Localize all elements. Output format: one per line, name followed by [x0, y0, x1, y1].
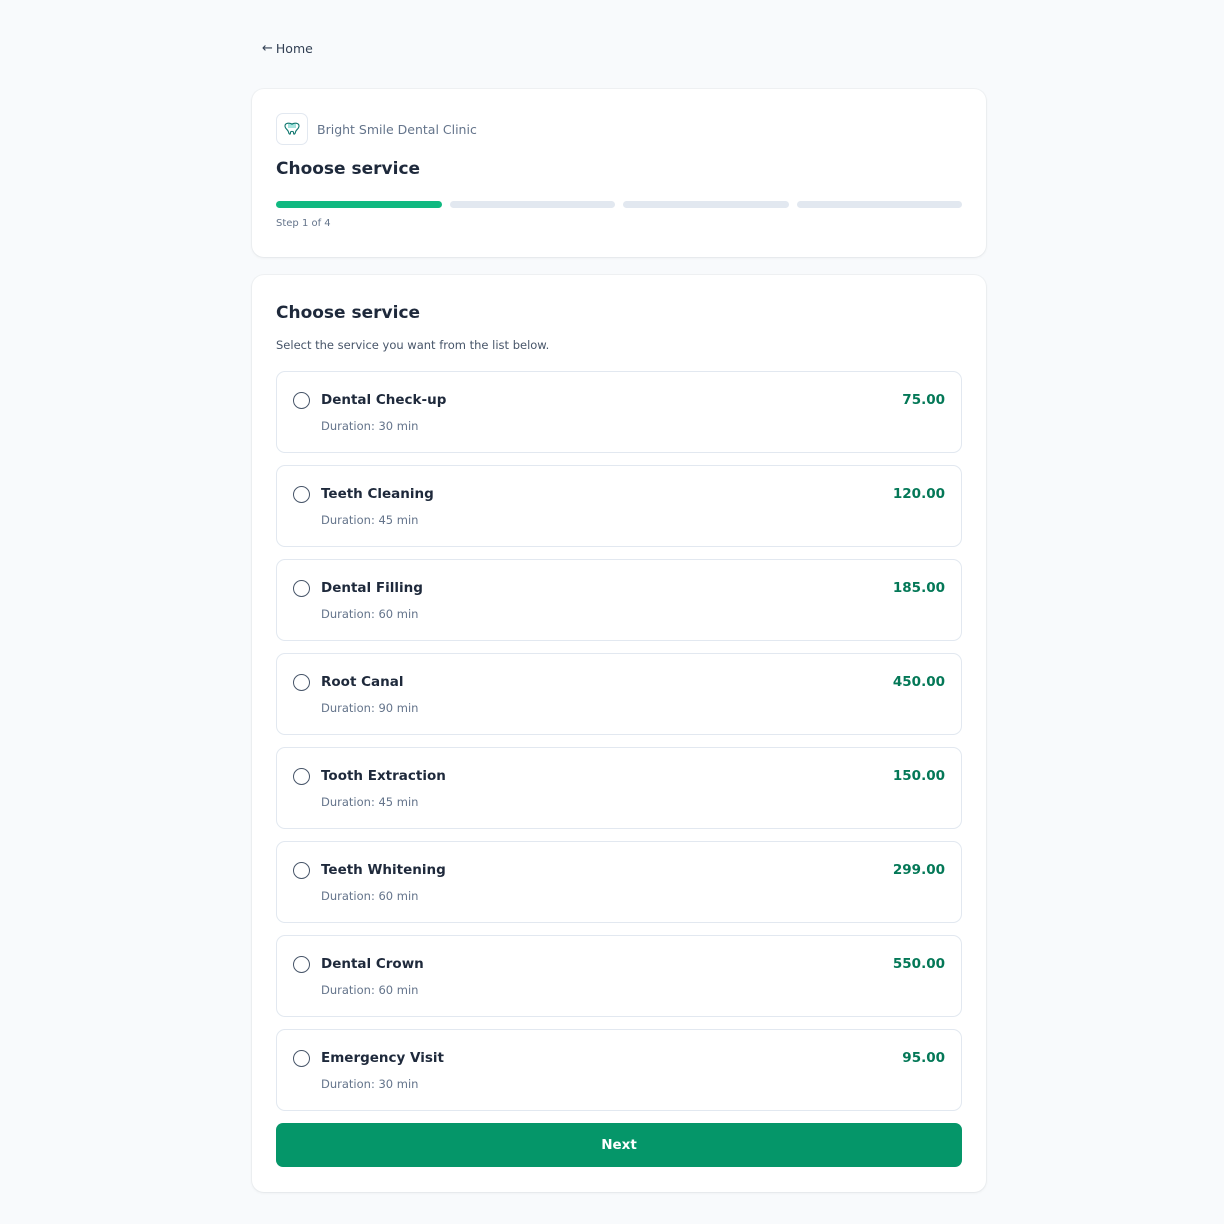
service-duration: Duration: 45 min: [321, 795, 419, 809]
home-link-label: Home: [275, 41, 313, 56]
service-price: 95.00: [902, 1050, 945, 1066]
service-option[interactable]: Emergency Visit Duration: 30 min 95.00: [276, 1029, 962, 1111]
service-option[interactable]: Dental Crown Duration: 60 min 550.00: [276, 935, 962, 1017]
radio-button[interactable]: [293, 862, 310, 879]
step-indicator: Step 1 of 4: [276, 218, 331, 229]
tooth-logo-icon: [276, 113, 308, 145]
radio-button[interactable]: [293, 392, 310, 409]
service-name: Root Canal: [321, 674, 404, 690]
section-subtitle: Select the service you want from the lis…: [276, 338, 550, 352]
radio-button[interactable]: [293, 486, 310, 503]
progress-segment-1: [276, 201, 442, 208]
service-name: Dental Crown: [321, 956, 424, 972]
service-option[interactable]: Teeth Cleaning Duration: 45 min 120.00: [276, 465, 962, 547]
service-price: 75.00: [902, 392, 945, 408]
radio-button[interactable]: [293, 674, 310, 691]
radio-button[interactable]: [293, 768, 310, 785]
radio-button[interactable]: [293, 956, 310, 973]
arrow-left-icon: ←: [262, 41, 273, 56]
service-option[interactable]: Dental Check-up Duration: 30 min 75.00: [276, 371, 962, 453]
service-name: Teeth Whitening: [321, 862, 446, 878]
service-option[interactable]: Dental Filling Duration: 60 min 185.00: [276, 559, 962, 641]
service-option[interactable]: Tooth Extraction Duration: 45 min 150.00: [276, 747, 962, 829]
service-price: 299.00: [892, 862, 945, 878]
service-price: 185.00: [892, 580, 945, 596]
service-selection-card: Choose service Select the service you wa…: [252, 275, 986, 1192]
service-price: 120.00: [892, 486, 945, 502]
booking-header-card: Bright Smile Dental Clinic Choose servic…: [252, 89, 986, 257]
service-duration: Duration: 30 min: [321, 1077, 419, 1091]
header-title: Choose service: [276, 159, 421, 179]
home-link[interactable]: ← Home: [262, 41, 313, 56]
progress-segment-4: [796, 201, 962, 208]
progress-segment-2: [449, 201, 615, 208]
service-name: Dental Filling: [321, 580, 423, 596]
service-name: Teeth Cleaning: [321, 486, 434, 502]
radio-button[interactable]: [293, 1050, 310, 1067]
service-duration: Duration: 45 min: [321, 513, 419, 527]
service-option[interactable]: Root Canal Duration: 90 min 450.00: [276, 653, 962, 735]
radio-button[interactable]: [293, 580, 310, 597]
service-name: Tooth Extraction: [321, 768, 446, 784]
clinic-row: Bright Smile Dental Clinic: [276, 113, 477, 145]
clinic-name: Bright Smile Dental Clinic: [317, 121, 477, 137]
service-duration: Duration: 90 min: [321, 701, 419, 715]
service-price: 150.00: [892, 768, 945, 784]
section-title: Choose service: [276, 303, 421, 323]
service-price: 550.00: [892, 956, 945, 972]
service-name: Dental Check-up: [321, 392, 447, 408]
service-duration: Duration: 60 min: [321, 889, 419, 903]
service-duration: Duration: 60 min: [321, 983, 419, 997]
service-name: Emergency Visit: [321, 1050, 444, 1066]
progress-segment-3: [623, 201, 789, 208]
service-duration: Duration: 60 min: [321, 607, 419, 621]
service-duration: Duration: 30 min: [321, 419, 419, 433]
service-option[interactable]: Teeth Whitening Duration: 60 min 299.00: [276, 841, 962, 923]
service-list: Dental Check-up Duration: 30 min 75.00 T…: [276, 371, 962, 1123]
service-price: 450.00: [892, 674, 945, 690]
step-progress-bar: [276, 201, 962, 208]
next-button[interactable]: Next: [276, 1123, 962, 1167]
